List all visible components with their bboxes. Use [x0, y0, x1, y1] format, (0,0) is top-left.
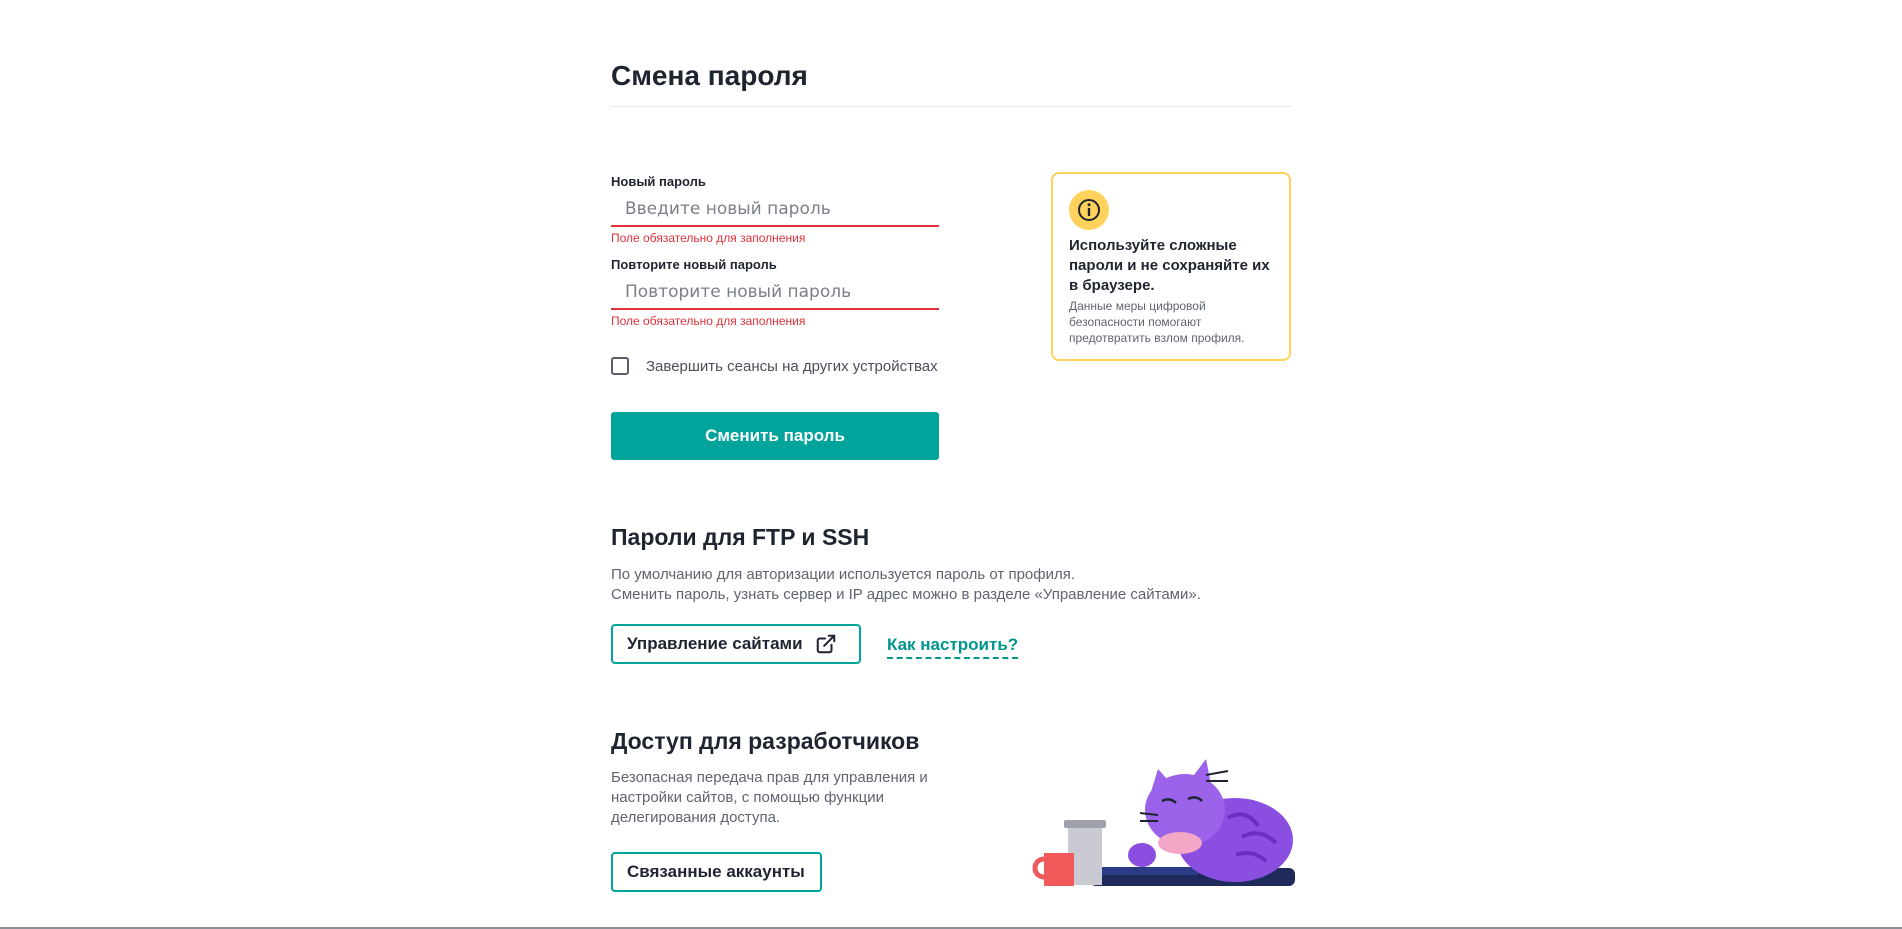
ftp-ssh-text-line-1: По умолчанию для авторизации используетс… [611, 566, 1076, 583]
end-sessions-label[interactable]: Завершить сеансы на других устройствах [646, 357, 938, 377]
new-password-input[interactable] [611, 193, 939, 227]
new-password-label: Новый пароль [611, 174, 706, 189]
change-password-button[interactable]: Сменить пароль [611, 412, 939, 460]
repeat-password-input[interactable] [611, 276, 939, 310]
how-to-setup-link[interactable]: Как настроить? [887, 634, 1019, 659]
ftp-ssh-title: Пароли для FTP и SSH [611, 524, 870, 550]
dev-access-title: Доступ для разработчиков [611, 728, 920, 754]
page-title: Смена пароля [611, 60, 808, 91]
tip-title: Используйте сложные пароли и не сохраняй… [1069, 237, 1270, 294]
tip-text: Данные меры цифровой безопасности помога… [1069, 299, 1245, 345]
cat-laptop-illustration [1030, 755, 1300, 895]
repeat-password-label: Повторите новый пароль [611, 257, 777, 272]
repeat-password-error: Поле обязательно для заполнения [611, 314, 806, 328]
end-sessions-checkbox[interactable] [611, 357, 629, 375]
password-tip-card: Используйте сложные пароли и не сохраняй… [1051, 172, 1291, 361]
new-password-error: Поле обязательно для заполнения [611, 231, 806, 245]
info-icon [1069, 190, 1109, 230]
ftp-ssh-text-line-2: Сменить пароль, узнать сервер и IP адрес… [611, 586, 1201, 603]
linked-accounts-button[interactable]: Связанные аккаунты [611, 852, 822, 892]
title-divider [611, 106, 1291, 107]
external-link-icon [815, 633, 837, 655]
manage-sites-label: Управление сайтами [627, 634, 803, 653]
dev-access-text: Безопасная передача прав для управления … [611, 769, 928, 826]
password-settings-page: Смена пароля Новый пароль Поле обязатель… [0, 0, 1902, 929]
manage-sites-button[interactable]: Управление сайтами [611, 624, 861, 664]
